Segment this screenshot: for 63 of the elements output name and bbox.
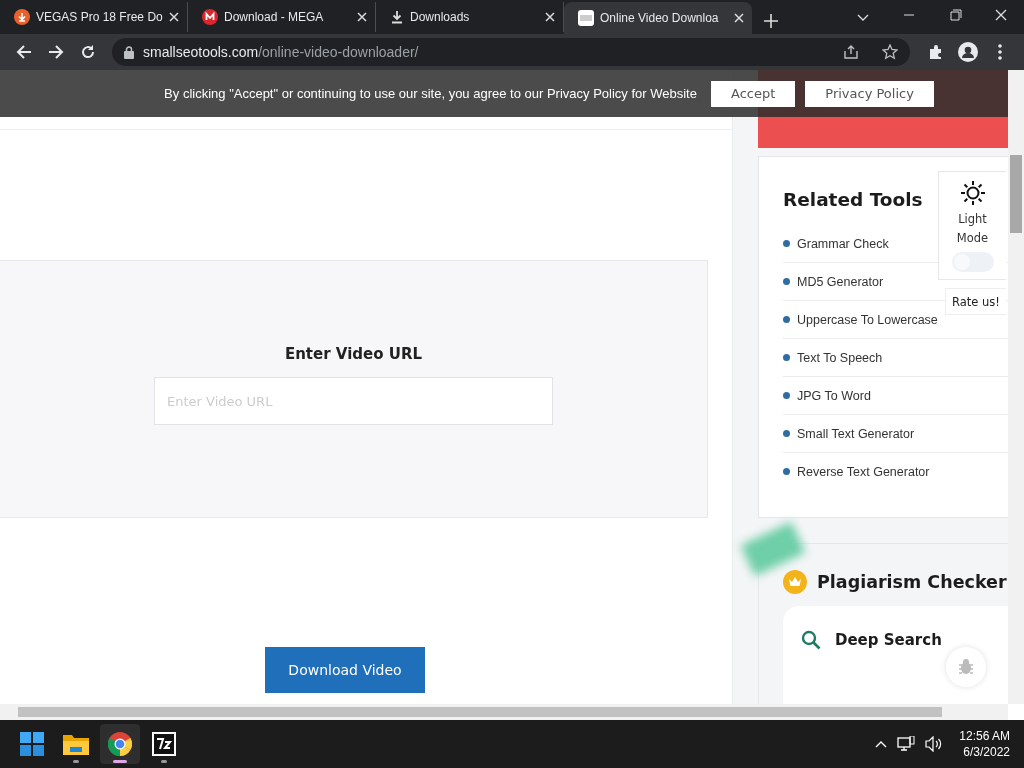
bullet-icon	[783, 354, 790, 361]
theme-label: Light Mode	[955, 211, 990, 247]
site-logo-icon	[578, 10, 594, 26]
vertical-scrollbar[interactable]	[1008, 70, 1024, 704]
address-bar[interactable]: smallseotools.com/online-video-downloader/	[112, 38, 910, 66]
related-tool-link[interactable]: Uppercase To Lowercase	[797, 312, 938, 327]
lock-icon	[124, 45, 134, 59]
bullet-icon	[783, 468, 790, 475]
bullet-icon	[783, 430, 790, 437]
back-icon[interactable]	[16, 44, 32, 60]
archive-app-icon	[152, 732, 176, 756]
chevron-up-icon[interactable]	[875, 740, 888, 748]
download-icon	[14, 9, 30, 25]
related-tool-link[interactable]: Grammar Check	[797, 236, 889, 251]
puzzle-icon[interactable]	[928, 44, 944, 60]
profile-icon[interactable]	[958, 42, 978, 62]
menu-icon[interactable]	[998, 44, 1002, 60]
bullet-icon	[783, 278, 790, 285]
clock-date[interactable]: 6/3/2022	[963, 744, 1010, 760]
related-tool-link[interactable]: JPG To Word	[797, 388, 871, 403]
cookie-button[interactable]: Privacy Policy	[805, 80, 934, 107]
taskbar-app[interactable]	[100, 724, 140, 764]
windows-start-icon	[20, 732, 44, 756]
share-icon[interactable]	[843, 44, 859, 60]
form-heading: Enter Video URL	[284, 345, 423, 363]
related-tool-link[interactable]: Text To Speech	[797, 350, 883, 365]
search-icon	[801, 630, 821, 650]
cookie-notice-text: By clicking "Accept" or continuing to use our site, you agree to our Privacy Policy for Website	[164, 86, 697, 101]
url-text: smallseotools.com/online-video-downloader/	[143, 44, 419, 60]
folder-icon	[63, 733, 89, 755]
browser-tab[interactable]: Online Video Downloa	[564, 2, 752, 34]
card-title: Plagiarism Checker	[817, 572, 1007, 592]
close-icon[interactable]	[357, 12, 367, 22]
bullet-icon	[783, 240, 790, 247]
mega-logo-icon	[202, 9, 218, 25]
clock-time[interactable]: 12:56 AM	[959, 728, 1010, 744]
rate-us-button[interactable]: Rate us!	[945, 288, 1006, 315]
bullet-icon	[783, 392, 790, 399]
network-icon[interactable]	[897, 736, 916, 752]
sun-icon	[959, 180, 986, 206]
reload-icon[interactable]	[80, 44, 96, 60]
related-tool-link[interactable]: MD5 Generator	[797, 274, 884, 289]
related-tool-link[interactable]: Small Text Generator	[797, 426, 915, 441]
feature-label: Deep Search	[835, 631, 942, 649]
speaker-icon[interactable]	[925, 736, 944, 752]
close-icon[interactable]	[734, 13, 744, 23]
new-tab-icon[interactable]	[764, 14, 778, 28]
bullet-icon	[783, 316, 790, 323]
browser-tab[interactable]: Download - MEGA	[188, 2, 376, 32]
crown-icon	[783, 570, 807, 594]
card-title: Related Tools	[783, 189, 923, 210]
browser-tab[interactable]: VEGAS Pro 18 Free Do	[0, 2, 188, 32]
chrome-logo-icon	[108, 732, 132, 756]
related-tool-link[interactable]: Reverse Text Generator	[797, 464, 930, 479]
bug-icon	[957, 658, 975, 676]
close-icon[interactable]	[169, 12, 179, 22]
download-video-button[interactable]: Download Video	[265, 647, 425, 693]
forward-icon[interactable]	[48, 44, 64, 60]
horizontal-scrollbar[interactable]	[0, 704, 1008, 720]
close-icon[interactable]	[545, 12, 555, 22]
star-icon[interactable]	[882, 44, 898, 60]
download-icon	[390, 10, 404, 24]
cookie-button[interactable]: Accept	[710, 80, 796, 107]
